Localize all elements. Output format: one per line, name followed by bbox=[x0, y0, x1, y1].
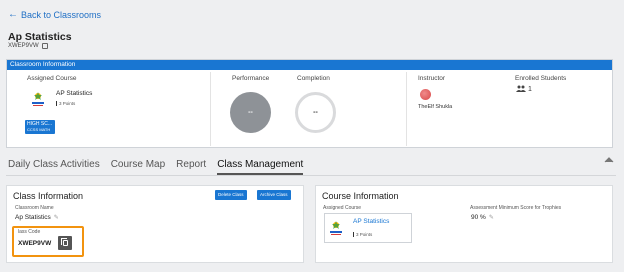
instructor-avatar bbox=[420, 89, 431, 100]
course-tag-badge: HIGH SC... CCSS MATH bbox=[25, 120, 55, 134]
column-divider bbox=[406, 72, 407, 146]
back-to-classrooms-link[interactable]: ← Back to Classrooms bbox=[8, 9, 101, 20]
archive-class-button[interactable]: Archive Class bbox=[257, 190, 291, 200]
assigned-course-name[interactable]: AP Statistics bbox=[56, 90, 92, 97]
assigned-course-label: Assigned Course bbox=[27, 75, 77, 82]
tab-daily-class-activities[interactable]: Daily Class Activities bbox=[8, 159, 100, 175]
classroom-name-label: Classroom Name bbox=[15, 205, 54, 211]
classroom-name-row: Ap Statistics ✎ bbox=[15, 214, 59, 221]
min-score-value: 90 % bbox=[471, 214, 486, 221]
enrolled-count: 1 bbox=[516, 85, 532, 94]
arrow-left-icon: ← bbox=[8, 9, 18, 20]
class-code: XWEP9VW bbox=[8, 43, 39, 49]
classroom-information-card: Classroom Information Assigned Course AP… bbox=[6, 59, 613, 148]
pencil-icon[interactable]: ✎ bbox=[54, 214, 59, 221]
tab-report[interactable]: Report bbox=[176, 159, 206, 175]
delete-class-button[interactable]: Delete Class bbox=[215, 190, 247, 200]
tab-course-map[interactable]: Course Map bbox=[111, 159, 165, 175]
column-divider bbox=[210, 72, 211, 146]
instructor-name: TheElf Shukla bbox=[418, 104, 453, 110]
copy-icon bbox=[60, 238, 68, 246]
performance-label: Performance bbox=[232, 75, 270, 82]
back-label: Back to Classrooms bbox=[21, 9, 102, 20]
min-score-label: Assessment Minimum Score for Trophies bbox=[470, 205, 562, 211]
classroom-information-header: Classroom Information bbox=[7, 60, 612, 70]
classroom-name-value: Ap Statistics bbox=[15, 214, 51, 221]
page-title: Ap Statistics bbox=[8, 31, 72, 43]
course-logo-icon bbox=[329, 220, 343, 236]
enrolled-students-label: Enrolled Students bbox=[515, 75, 567, 82]
copy-code-button[interactable] bbox=[58, 236, 72, 250]
course-points: 3 Points bbox=[56, 101, 75, 106]
class-information-title: Class Information bbox=[13, 191, 84, 201]
min-score-row: 90 % ✎ bbox=[471, 214, 494, 221]
performance-circle: -- bbox=[230, 92, 271, 133]
course-logo-icon bbox=[31, 91, 45, 107]
class-code-row: XWEP9VW bbox=[8, 43, 48, 49]
completion-circle: -- bbox=[295, 92, 336, 133]
instructor-label: Instructor bbox=[418, 75, 446, 82]
copy-icon[interactable] bbox=[41, 43, 48, 49]
tabs-divider bbox=[6, 175, 616, 176]
chevron-up-icon[interactable] bbox=[604, 157, 614, 165]
pencil-icon[interactable]: ✎ bbox=[489, 214, 494, 221]
assigned-course-card[interactable]: AP Statistics 3 Points bbox=[324, 213, 412, 243]
class-code-label: lass Code bbox=[18, 229, 41, 235]
users-icon bbox=[516, 85, 526, 94]
course-points: 3 Points bbox=[353, 232, 372, 237]
class-code-value: XWEP9VW bbox=[18, 240, 52, 247]
tab-bar: Daily Class Activities Course Map Report… bbox=[8, 159, 304, 175]
completion-label: Completion bbox=[297, 75, 330, 82]
tab-class-management[interactable]: Class Management bbox=[217, 159, 304, 175]
assigned-course-name[interactable]: AP Statistics bbox=[353, 218, 389, 225]
course-information-title: Course Information bbox=[322, 191, 399, 201]
assigned-course-label: Assigned Course bbox=[323, 205, 362, 211]
